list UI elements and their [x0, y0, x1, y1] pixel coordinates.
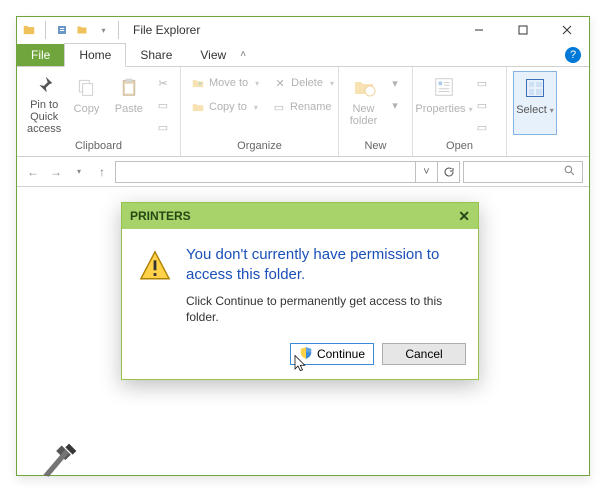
- copy-path-button[interactable]: ▭: [152, 95, 174, 115]
- nav-back-button[interactable]: ←: [23, 162, 43, 182]
- dialog-main-text: You don't currently have permission to a…: [186, 245, 462, 284]
- copy-label: Copy: [74, 103, 100, 115]
- copy-path-icon: ▭: [156, 98, 170, 112]
- group-new-label: New: [345, 138, 406, 152]
- tab-view[interactable]: View: [186, 44, 240, 66]
- newfolder-label: New folder: [345, 103, 382, 127]
- search-icon: [563, 164, 576, 180]
- rename-icon: ▭: [272, 100, 286, 114]
- pin-quickaccess-button[interactable]: Pin to Quick access: [23, 71, 65, 135]
- nav-forward-button[interactable]: →: [46, 162, 66, 182]
- navbar: ← → ▾ ↑ ˅: [17, 157, 589, 187]
- minimize-button[interactable]: [457, 17, 501, 43]
- continue-button[interactable]: Continue: [290, 343, 374, 365]
- folder-icon: [21, 22, 37, 38]
- address-dropdown-icon[interactable]: ˅: [415, 162, 437, 182]
- cancel-button[interactable]: Cancel: [382, 343, 466, 365]
- open-icon: ▭: [475, 76, 489, 90]
- tab-home[interactable]: Home: [64, 43, 126, 67]
- newitem-button[interactable]: ▾: [384, 73, 406, 93]
- history-icon: ▭: [475, 120, 489, 134]
- moveto-icon: [191, 76, 205, 90]
- ribbon: Pin to Quick access Copy Paste ✂ ▭: [17, 67, 589, 157]
- dialog-title: PRINTERS: [130, 209, 191, 223]
- edit-icon: ▭: [475, 98, 489, 112]
- permission-dialog: PRINTERS ✕ You don't currently have perm…: [121, 202, 479, 380]
- moveto-button[interactable]: Move to: [187, 73, 263, 93]
- properties-button[interactable]: Properties: [419, 71, 469, 135]
- copy-button[interactable]: Copy: [65, 71, 107, 135]
- nav-recent-button[interactable]: ▾: [69, 162, 89, 182]
- dialog-titlebar: PRINTERS ✕: [122, 203, 478, 229]
- tab-file[interactable]: File: [17, 44, 64, 66]
- pin-label: Pin to Quick access: [23, 99, 65, 135]
- address-refresh-icon[interactable]: [437, 162, 459, 182]
- properties-label: Properties: [415, 103, 472, 115]
- search-box[interactable]: [463, 161, 583, 183]
- group-clipboard-label: Clipboard: [23, 138, 174, 152]
- rename-button[interactable]: ▭ Rename: [268, 97, 336, 117]
- watermark-hammer-icon: [36, 440, 80, 484]
- ribbon-tabs: File Home Share View ˄ ?: [17, 43, 589, 67]
- easyaccess-icon: ▾: [388, 98, 402, 112]
- delete-button[interactable]: ✕ Delete: [269, 73, 338, 93]
- window-title: File Explorer: [127, 23, 200, 37]
- copyto-icon: [191, 100, 205, 114]
- cut-icon: ✂: [156, 76, 170, 90]
- copyto-button[interactable]: Copy to: [187, 97, 262, 117]
- warning-icon: [138, 245, 172, 325]
- newfolder-button[interactable]: New folder: [345, 71, 382, 135]
- easyaccess-button[interactable]: ▾: [384, 95, 406, 115]
- nav-up-button[interactable]: ↑: [92, 162, 112, 182]
- group-organize-label: Organize: [187, 138, 332, 152]
- select-label: Select: [516, 104, 554, 116]
- properties-icon: [430, 73, 458, 101]
- delete-icon: ✕: [273, 76, 287, 90]
- paste-shortcut-icon: ▭: [156, 120, 170, 134]
- cut-button[interactable]: ✂: [152, 73, 174, 93]
- open-button[interactable]: ▭: [471, 73, 493, 93]
- edit-button[interactable]: ▭: [471, 95, 493, 115]
- quick-access-toolbar: [17, 21, 127, 39]
- qat-newfolder-icon[interactable]: [74, 22, 90, 38]
- address-bar[interactable]: ˅: [115, 161, 460, 183]
- paste-shortcut-button[interactable]: ▭: [152, 117, 174, 137]
- select-icon: [521, 74, 549, 102]
- shield-icon: [299, 346, 313, 363]
- tab-share[interactable]: Share: [126, 44, 186, 66]
- group-open-label: Open: [419, 138, 500, 152]
- paste-label: Paste: [115, 103, 143, 115]
- close-button[interactable]: [545, 17, 589, 43]
- file-explorer-window: File Explorer File Home Share View ˄ ?: [16, 16, 590, 476]
- newitem-icon: ▾: [388, 76, 402, 90]
- maximize-button[interactable]: [501, 17, 545, 43]
- pin-icon: [30, 73, 58, 97]
- history-button[interactable]: ▭: [471, 117, 493, 137]
- newfolder-icon: [350, 73, 378, 101]
- titlebar: File Explorer: [17, 17, 589, 43]
- copy-icon: [72, 73, 100, 101]
- dialog-close-button[interactable]: ✕: [458, 208, 470, 225]
- select-button[interactable]: Select: [513, 71, 557, 135]
- help-button[interactable]: ?: [565, 47, 581, 63]
- paste-button[interactable]: Paste: [108, 71, 150, 135]
- qat-properties-icon[interactable]: [54, 22, 70, 38]
- ribbon-expand-icon[interactable]: ˄: [240, 49, 246, 60]
- qat-customize-icon[interactable]: [94, 22, 110, 38]
- paste-icon: [115, 73, 143, 101]
- dialog-sub-text: Click Continue to permanently get access…: [186, 294, 462, 325]
